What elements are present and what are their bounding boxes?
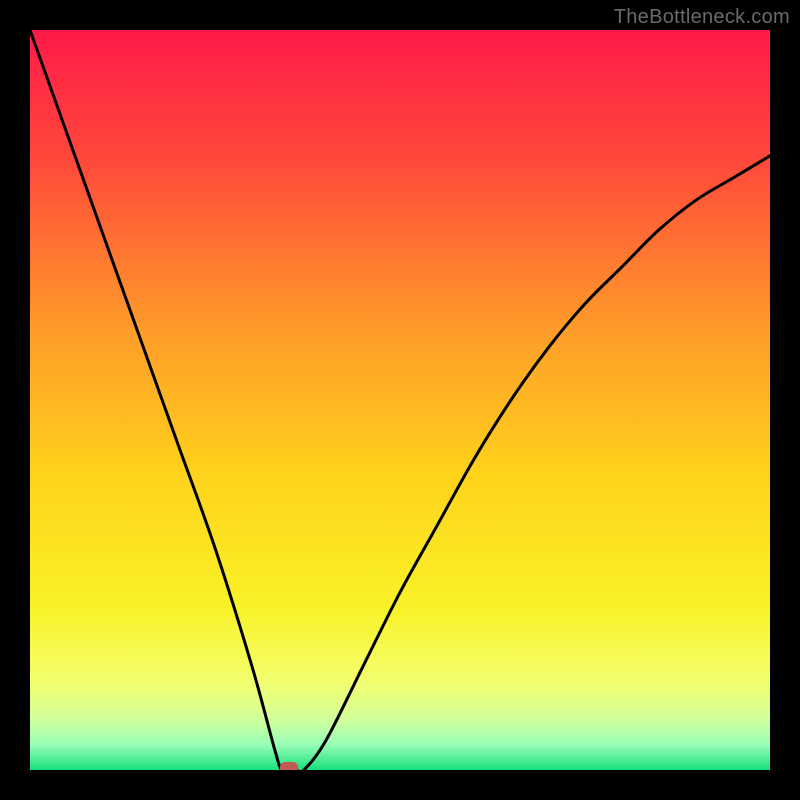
- plot-area: [30, 30, 770, 770]
- gradient-background: [30, 30, 770, 770]
- watermark-text: TheBottleneck.com: [614, 6, 790, 29]
- chart-svg: [30, 30, 770, 770]
- chart-frame: TheBottleneck.com: [0, 0, 800, 800]
- optimum-marker: [280, 762, 298, 770]
